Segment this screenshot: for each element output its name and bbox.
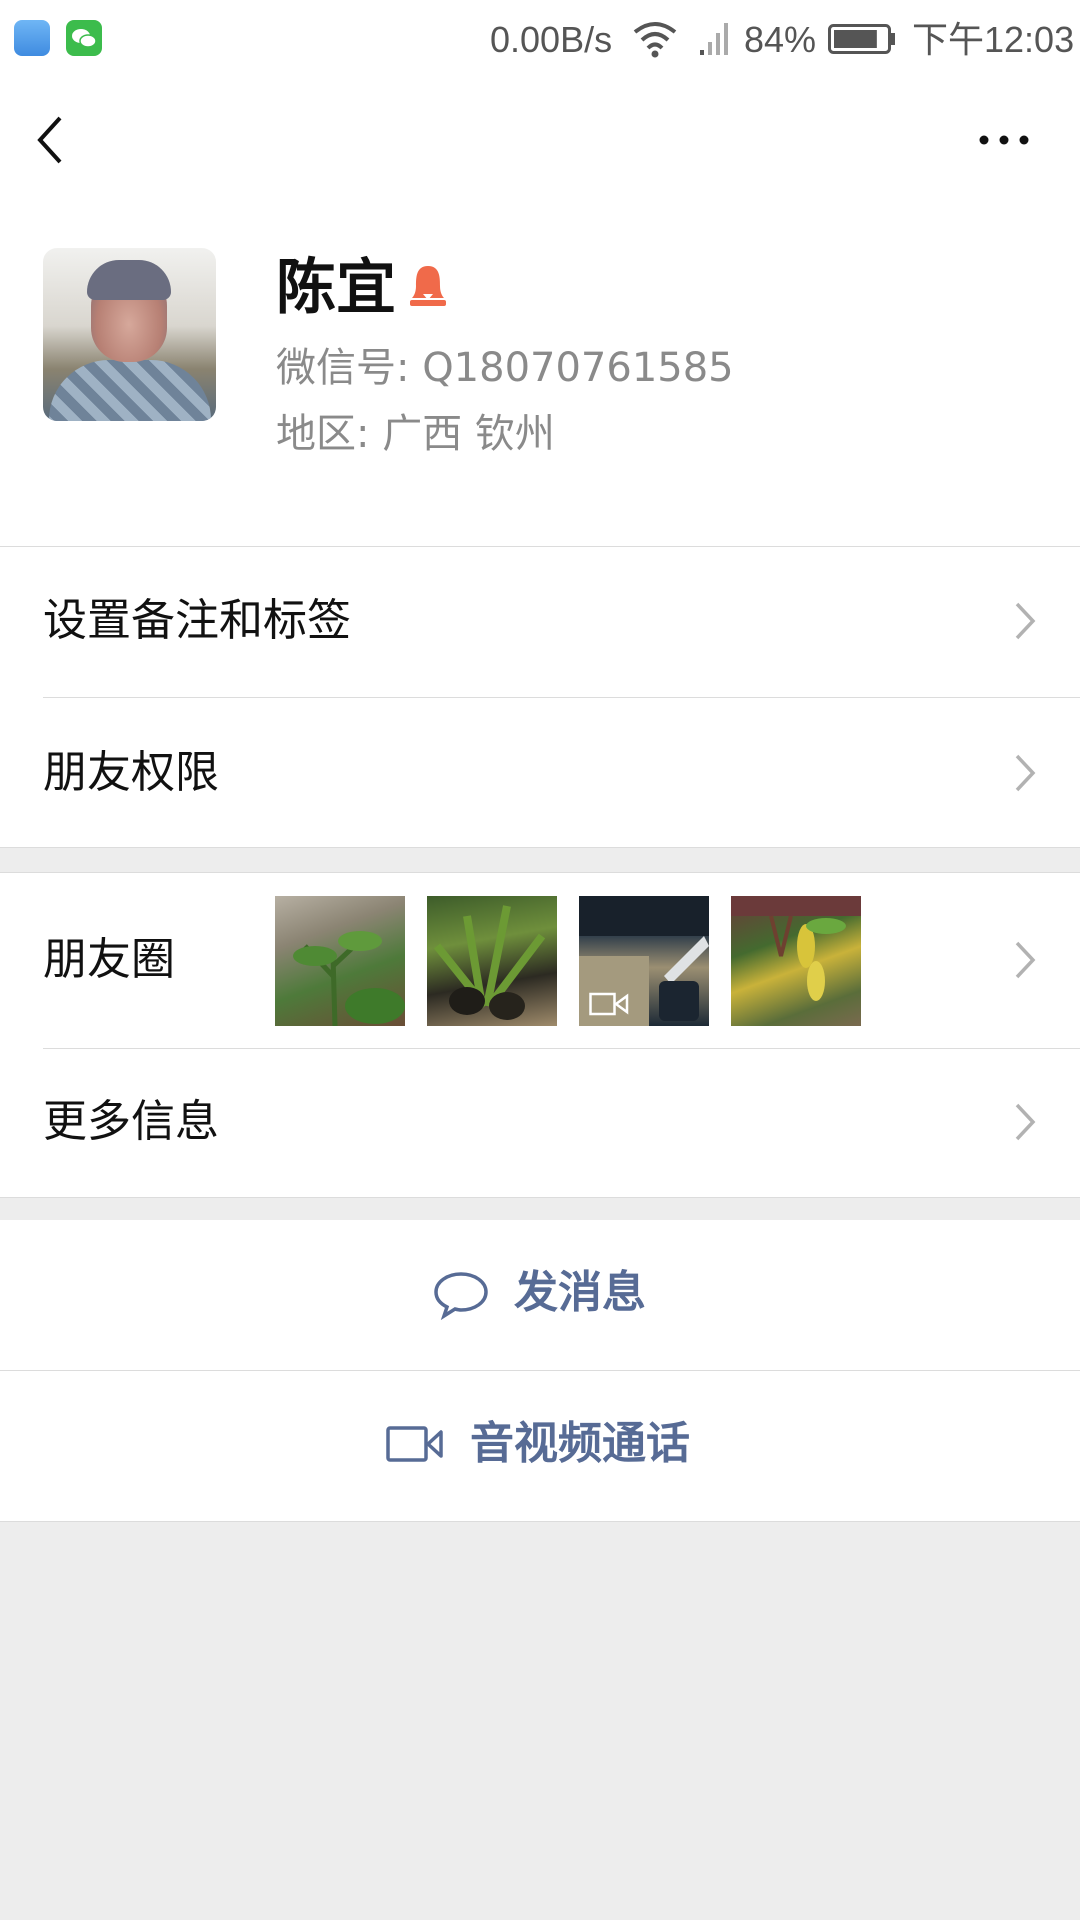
clock: 下午12:03 <box>912 19 1075 60</box>
chevron-right-icon <box>1015 602 1036 640</box>
network-speed: 0.00B/s <box>490 19 613 60</box>
chevron-right-icon <box>1015 754 1036 792</box>
moments-label: 朋友圈 <box>43 934 175 985</box>
send-message-label: 发消息 <box>514 1267 646 1318</box>
more-dots-icon[interactable] <box>972 120 1036 160</box>
battery-percent: 84% <box>744 19 817 60</box>
profile-card: 陈宜 微信号: Q18070761585 地区: 广西 钦州 <box>0 200 1080 546</box>
chat-bubble-icon <box>434 1272 488 1320</box>
moments-video-thumbnail[interactable] <box>579 896 709 1026</box>
signal-icon <box>700 23 728 55</box>
video-camera-icon <box>386 1426 443 1462</box>
more-info-label: 更多信息 <box>43 1096 219 1147</box>
row-more-info[interactable]: 更多信息 <box>0 1049 1080 1199</box>
send-message-button[interactable]: 发消息 <box>0 1220 1080 1370</box>
wifi-icon <box>633 22 677 58</box>
contact-name: 陈宜 <box>276 253 396 323</box>
remark-tags-label: 设置备注和标签 <box>43 595 351 646</box>
chevron-right-icon <box>1015 1103 1036 1141</box>
video-call-label: 音视频通话 <box>470 1418 690 1469</box>
wechat-app-icon <box>66 20 102 56</box>
row-friend-permissions[interactable]: 朋友权限 <box>0 698 1080 848</box>
top-nav-bar <box>0 80 1080 200</box>
video-badge-icon <box>589 992 629 1016</box>
avatar[interactable] <box>43 248 216 421</box>
battery-icon <box>828 24 895 54</box>
moments-photo-thumbnail[interactable] <box>427 896 557 1026</box>
back-chevron-icon[interactable] <box>30 112 78 168</box>
row-remark-tags[interactable]: 设置备注和标签 <box>0 546 1080 696</box>
region: 地区: 广西 钦州 <box>276 411 555 457</box>
friend-permissions-label: 朋友权限 <box>43 747 219 798</box>
video-call-button[interactable]: 音视频通话 <box>0 1371 1080 1521</box>
status-bar: 0.00B/s 84% 下午12:03 <box>0 0 1080 80</box>
moments-photo-thumbnail[interactable] <box>275 896 405 1026</box>
wechat-id: 微信号: Q18070761585 <box>276 345 734 391</box>
moments-photo-thumbnail[interactable] <box>731 896 861 1026</box>
security-app-icon <box>14 20 50 56</box>
settings-section: 设置备注和标签 朋友权限 <box>0 546 1080 848</box>
chevron-right-icon <box>1015 941 1036 979</box>
female-icon <box>410 266 446 306</box>
